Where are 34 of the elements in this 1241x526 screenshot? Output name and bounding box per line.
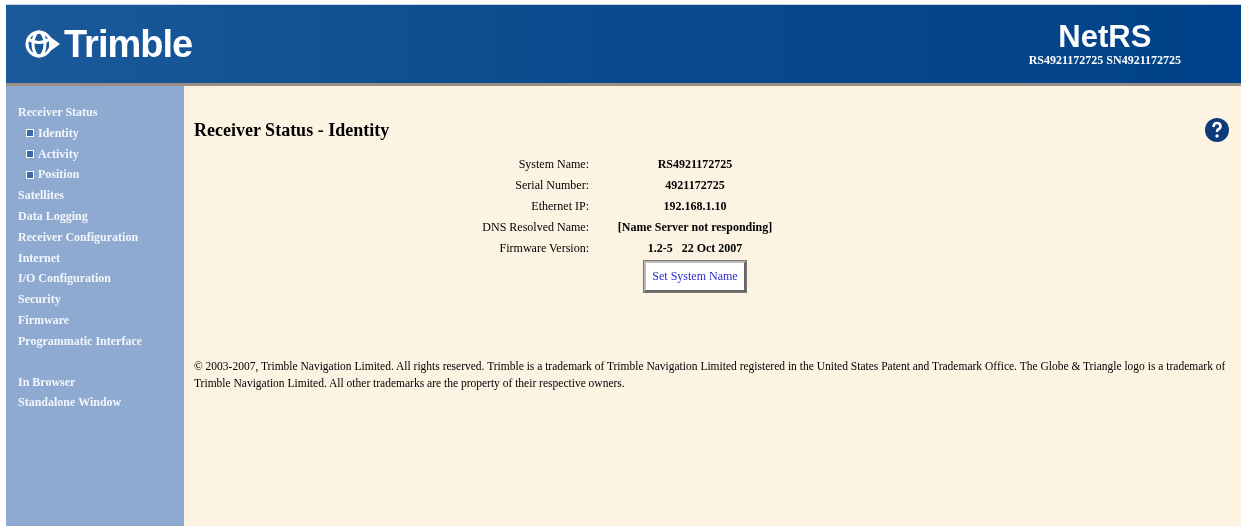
nav-sublink[interactable]: Activity — [38, 143, 79, 165]
square-bullet-icon — [26, 150, 34, 158]
nav-link[interactable]: Firmware — [18, 309, 184, 331]
field-label: Ethernet IP: — [530, 198, 589, 215]
help-icon[interactable] — [1205, 118, 1229, 142]
field-value: RS4921172725 — [656, 156, 734, 173]
product-name: NetRS — [1058, 20, 1152, 53]
square-bullet-icon — [26, 170, 34, 179]
device-ids: RS4921172725 SN4921172725 — [1028, 52, 1181, 68]
page-title: Receiver Status - Identity — [194, 119, 390, 141]
nav-link[interactable]: Programmatic Interface — [18, 330, 184, 352]
square-bullet-icon — [26, 129, 34, 138]
nav-link[interactable]: Receiver Status — [18, 102, 184, 123]
field-label: Firmware Version: — [498, 240, 589, 257]
nav-link[interactable]: I/O Configuration — [18, 268, 184, 290]
brand-logo-text: Trimble — [64, 22, 193, 66]
nav-link[interactable]: Data Logging — [18, 206, 184, 227]
field-value: [Name Server not responding] — [616, 219, 774, 236]
nav-link[interactable]: Receiver Configuration — [18, 226, 184, 248]
nav-sublink[interactable]: Identity — [38, 122, 79, 144]
nav-sublink[interactable]: Position — [38, 164, 80, 186]
nav-link[interactable]: Internet — [18, 247, 184, 269]
copyright-notice: © 2003-2007, Trimble Navigation Limited. All rights reserved. Trimble is a trademark of Trimble Navigation Limited registered in the United States Patent and Trademark Office. The Globe & Triangle logo is a trademark of Trimble Navigation Limited. All other trademarks are the property of their respective owners. — [194, 359, 1227, 392]
field-label: DNS Resolved Name: — [481, 219, 589, 236]
nav-link[interactable]: Satellites — [18, 185, 184, 206]
field-value: 1.2-5 22 Oct 2007 — [646, 240, 744, 257]
field-label: Serial Number: — [514, 177, 589, 194]
field-label: System Name: — [517, 156, 589, 173]
field-value: 4921172725 — [664, 177, 726, 194]
view-mode-link[interactable]: Standalone Window — [18, 392, 184, 414]
nav-link[interactable]: Security — [18, 289, 184, 310]
set-system-name-button[interactable]: Set System Name — [644, 261, 746, 292]
view-mode-link[interactable]: In Browser — [18, 371, 184, 393]
field-value: 192.168.1.10 — [662, 198, 728, 215]
